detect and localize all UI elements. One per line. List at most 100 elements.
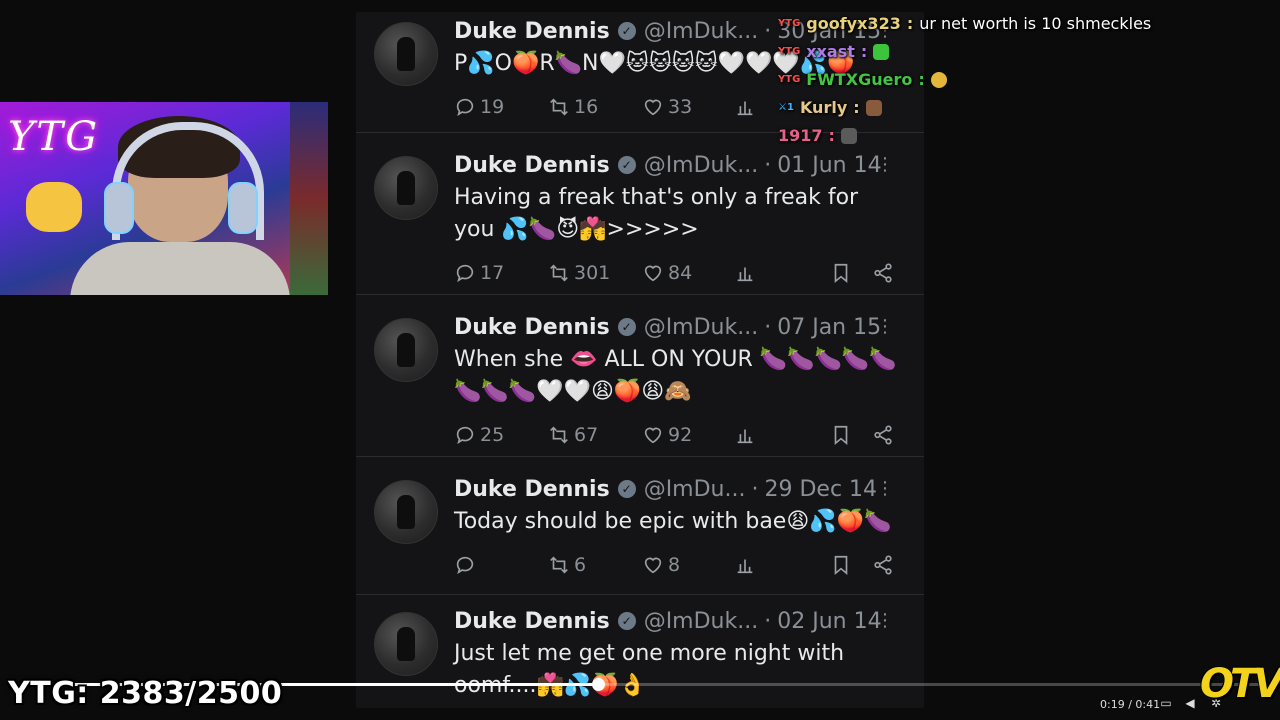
retweet-count: 67 <box>574 424 599 446</box>
more-options-icon[interactable]: ⋮ <box>876 154 894 175</box>
streamer-body <box>70 242 290 295</box>
views-button[interactable] <box>734 96 756 118</box>
more-options-icon[interactable]: ⋮ <box>876 316 894 337</box>
reply-count: 25 <box>480 424 505 446</box>
chat-emote-icon <box>840 127 857 144</box>
heart-icon <box>644 99 662 116</box>
bookmark-icon <box>834 425 848 446</box>
reply-button[interactable]: 25 <box>454 424 504 446</box>
tweet-actions: 17 301 84 <box>454 258 894 288</box>
chat-emote-icon <box>865 99 882 116</box>
chat-username: FWTXGuero <box>806 70 913 89</box>
chat-emote-icon <box>873 43 890 60</box>
bookmark-icon <box>834 263 848 284</box>
analytics-icon <box>737 101 753 116</box>
webcam-overlay: YTG <box>0 102 328 295</box>
chat-badge: ⚔1 <box>778 102 794 113</box>
reply-button[interactable]: 17 <box>454 262 504 284</box>
tweet-author-handle[interactable]: @ImDuk... <box>644 19 759 44</box>
like-button[interactable]: 8 <box>642 554 680 576</box>
background-toy <box>26 182 82 232</box>
retweet-button[interactable]: 301 <box>548 262 610 284</box>
tweet[interactable]: Duke Dennis ✓ @ImDu... · 29 Dec 14 ⋮ Tod… <box>356 456 924 595</box>
chat-message: ⚔1 Kurly: <box>778 98 882 117</box>
avatar[interactable] <box>374 156 438 220</box>
volume-icon[interactable]: ◀ <box>1182 696 1198 710</box>
share-icon <box>874 555 892 575</box>
tweet-author-name[interactable]: Duke Dennis <box>454 477 610 502</box>
tweet[interactable]: Duke Dennis ✓ @ImDuk... · 07 Jan 15 ⋮ Wh… <box>356 294 924 457</box>
background-shelf <box>290 102 328 295</box>
chat-badge: YTG <box>778 74 801 85</box>
verified-badge-icon: ✓ <box>617 156 636 174</box>
chat-colon: : <box>853 98 860 117</box>
tweet-actions: 25 67 92 <box>454 420 894 450</box>
retweet-count: 16 <box>574 96 599 118</box>
share-button[interactable] <box>872 554 894 576</box>
tweet-date[interactable]: 07 Jan 15 <box>777 315 881 340</box>
analytics-icon <box>737 267 753 282</box>
retweet-count: 301 <box>574 262 611 284</box>
verified-badge-icon: ✓ <box>617 318 636 336</box>
chat-message: YTG xxast: <box>778 42 890 61</box>
tweet-author-handle[interactable]: @ImDuk... <box>644 315 759 340</box>
reply-count: 17 <box>480 262 505 284</box>
retweet-button[interactable]: 16 <box>548 96 598 118</box>
verified-badge-icon: ✓ <box>617 22 636 40</box>
tweet[interactable]: Duke Dennis ✓ @ImDuk... · 02 Jun 14 ⋮ Ju… <box>356 594 924 708</box>
reply-icon <box>456 426 474 445</box>
avatar[interactable] <box>374 612 438 676</box>
avatar[interactable] <box>374 480 438 544</box>
captions-icon[interactable]: ▭ <box>1158 696 1174 710</box>
avatar[interactable] <box>374 318 438 382</box>
reply-button[interactable] <box>454 554 480 576</box>
tweet-author-name[interactable]: Duke Dennis <box>454 315 610 340</box>
tweet-author-name[interactable]: Duke Dennis <box>454 19 610 44</box>
like-button[interactable]: 92 <box>642 424 692 446</box>
bookmark-button[interactable] <box>830 424 852 446</box>
webcam-neon-logo: YTG <box>8 114 100 160</box>
bookmark-button[interactable] <box>830 262 852 284</box>
views-button[interactable] <box>734 262 756 284</box>
retweet-icon <box>550 426 568 444</box>
tweet-date[interactable]: 01 Jun 14 <box>777 153 881 178</box>
video-time: 0:19 / 0:41 <box>1100 698 1161 711</box>
tweet-author-handle[interactable]: @ImDu... <box>644 477 746 502</box>
like-count: 8 <box>668 554 681 576</box>
like-button[interactable]: 33 <box>642 96 692 118</box>
chat-message: YTG FWTXGuero: <box>778 70 947 89</box>
verified-badge-icon: ✓ <box>617 612 636 630</box>
share-button[interactable] <box>872 262 894 284</box>
chat-colon: : <box>906 14 914 33</box>
views-button[interactable] <box>734 424 756 446</box>
chat-badge: YTG <box>778 46 801 57</box>
separator-dot: · <box>764 18 772 44</box>
like-button[interactable]: 84 <box>642 262 692 284</box>
retweet-button[interactable]: 6 <box>548 554 586 576</box>
tweet-date[interactable]: 02 Jun 14 <box>777 609 881 634</box>
bookmark-button[interactable] <box>830 554 852 576</box>
video-scrubber-handle[interactable] <box>591 678 605 691</box>
retweet-button[interactable]: 67 <box>548 424 598 446</box>
share-button[interactable] <box>872 424 894 446</box>
tweet[interactable]: Duke Dennis ✓ @ImDuk... · 01 Jun 14 ⋮ Ha… <box>356 132 924 295</box>
chat-badge: YTG <box>778 18 801 29</box>
tweet-author-name[interactable]: Duke Dennis <box>454 153 610 178</box>
chat-colon: : <box>860 42 868 61</box>
chat-username: xxast <box>806 42 855 61</box>
more-options-icon[interactable]: ⋮ <box>876 478 894 499</box>
avatar[interactable] <box>374 22 438 86</box>
like-count: 92 <box>668 424 693 446</box>
tweet-author-handle[interactable]: @ImDuk... <box>644 609 759 634</box>
tweet-date[interactable]: 29 Dec 14 <box>764 477 877 502</box>
tweet-author-handle[interactable]: @ImDuk... <box>644 153 759 178</box>
tweet-author-name[interactable]: Duke Dennis <box>454 609 610 634</box>
views-button[interactable] <box>734 554 756 576</box>
heart-icon <box>644 265 662 282</box>
more-options-icon[interactable]: ⋮ <box>876 610 894 631</box>
chat-colon: : <box>918 70 925 89</box>
chat-message: YTG goofyx323: ur net worth is 10 shmeck… <box>778 14 1151 33</box>
reply-button[interactable]: 19 <box>454 96 504 118</box>
retweet-count: 6 <box>574 554 587 576</box>
retweet-icon <box>550 98 568 116</box>
